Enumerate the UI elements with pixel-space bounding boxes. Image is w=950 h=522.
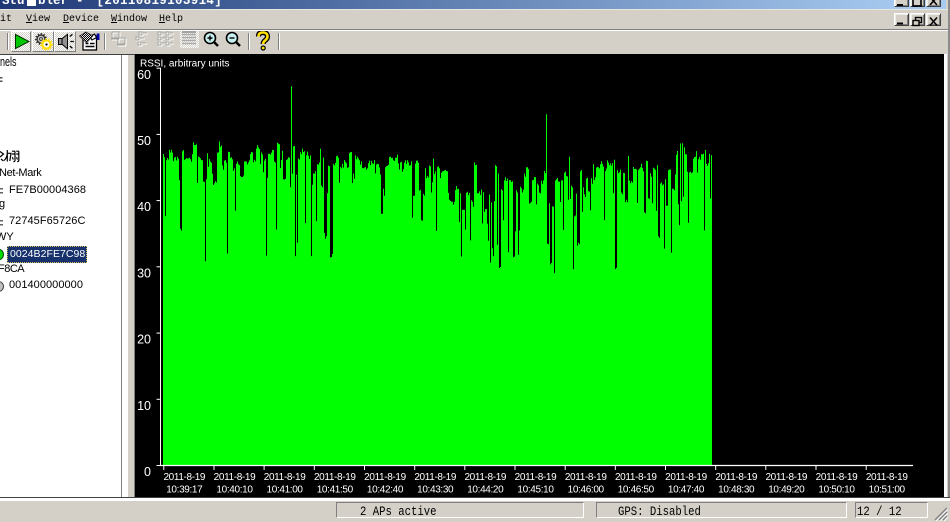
svg-text:0: 0 [144, 465, 151, 479]
svg-text:10:50:10: 10:50:10 [818, 484, 855, 495]
svg-text:20: 20 [137, 333, 151, 347]
svg-text:10:41:00: 10:41:00 [267, 484, 304, 495]
svg-text:2011-8-19: 2011-8-19 [866, 472, 908, 483]
svg-text:2011-8-19: 2011-8-19 [264, 472, 306, 483]
svg-text:2011-8-19: 2011-8-19 [314, 472, 356, 483]
svg-text:2011-8-19: 2011-8-19 [163, 472, 205, 483]
svg-text:10:43:30: 10:43:30 [417, 484, 454, 495]
svg-text:2011-8-19: 2011-8-19 [565, 472, 607, 483]
svg-text:10:49:20: 10:49:20 [768, 484, 805, 495]
svg-text:10:48:30: 10:48:30 [718, 484, 755, 495]
svg-text:60: 60 [137, 68, 151, 82]
svg-text:10: 10 [137, 399, 151, 413]
svg-text:10:42:40: 10:42:40 [367, 484, 404, 495]
svg-text:2011-8-19: 2011-8-19 [364, 472, 406, 483]
svg-text:40: 40 [137, 200, 151, 214]
svg-text:2011-8-19: 2011-8-19 [816, 472, 858, 483]
svg-text:50: 50 [137, 134, 151, 148]
svg-text:10:39:17: 10:39:17 [166, 484, 203, 495]
svg-text:2011-8-19: 2011-8-19 [515, 472, 557, 483]
svg-text:10:41:50: 10:41:50 [317, 484, 354, 495]
svg-text:10:44:20: 10:44:20 [467, 484, 504, 495]
svg-text:2011-8-19: 2011-8-19 [214, 472, 256, 483]
svg-text:2011-8-19: 2011-8-19 [464, 472, 506, 483]
svg-text:10:40:10: 10:40:10 [216, 484, 253, 495]
svg-text:2011-8-19: 2011-8-19 [665, 472, 707, 483]
svg-text:2011-8-19: 2011-8-19 [414, 472, 456, 483]
svg-text:10:47:40: 10:47:40 [668, 484, 705, 495]
svg-text:10:46:50: 10:46:50 [618, 484, 655, 495]
svg-text:2011-8-19: 2011-8-19 [615, 472, 657, 483]
svg-text:10:51:00: 10:51:00 [869, 484, 906, 495]
svg-text:RSSI, arbitrary units: RSSI, arbitrary units [140, 59, 229, 70]
svg-text:2011-8-19: 2011-8-19 [715, 472, 757, 483]
svg-text:30: 30 [137, 266, 151, 280]
svg-text:10:46:00: 10:46:00 [568, 484, 605, 495]
svg-text:10:45:10: 10:45:10 [517, 484, 554, 495]
svg-text:2011-8-19: 2011-8-19 [765, 472, 807, 483]
